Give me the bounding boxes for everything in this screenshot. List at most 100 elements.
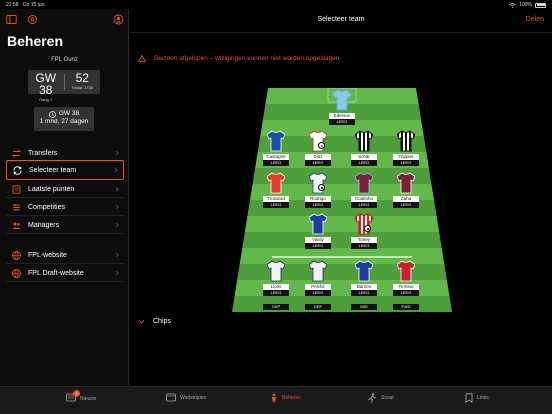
list-icon (12, 184, 21, 194)
battery-percent: 100% (519, 2, 532, 8)
player-card[interactable]: Castagne LEEG (263, 130, 289, 170)
rank-text: Rang 1 (39, 97, 53, 102)
player-points: LEEG (351, 290, 377, 296)
player-card[interactable]: Firmino LEEG (393, 260, 419, 300)
running-icon (368, 393, 377, 403)
tab-matches[interactable]: Wedstrijden (166, 393, 206, 402)
player-points: LEEG (305, 243, 331, 249)
player-card[interactable]: Toney LEEG (351, 213, 377, 253)
player-points: LEEG (393, 290, 419, 296)
tab-scout[interactable]: Scout (367, 393, 394, 403)
chevron-right-icon (115, 150, 119, 156)
sidebar-item-label: Laatste punten (28, 185, 75, 193)
total-text: Totaal: 2726 (71, 85, 94, 90)
player-shirt-icon (266, 172, 286, 194)
player-shirt-icon (308, 260, 328, 282)
sidebar-item-label: Competities (28, 203, 65, 211)
captain-badge-icon (318, 142, 325, 149)
sidebar-item-label: Transfers (28, 149, 58, 157)
player-card[interactable]: Rodrigo LEEG (305, 172, 331, 212)
player-points: LEEG (393, 160, 419, 166)
player-points: LEEG (305, 160, 331, 166)
sidebar-item-label: Managers (28, 221, 60, 229)
tab-label: Scout (381, 395, 394, 401)
tab-links[interactable]: Links (465, 393, 489, 403)
sidebar-item-fpl-draft-website[interactable]: FPL Draft-website (6, 265, 124, 282)
team-name: FPL Gunz (51, 57, 78, 63)
player-card[interactable]: Trippier LEEG (393, 130, 419, 170)
player-shirt-icon (308, 213, 328, 235)
gear-icon[interactable] (27, 14, 38, 25)
points-value: 52 (75, 71, 89, 85)
player-points: LEEG (351, 202, 377, 208)
player-shirt-icon (354, 213, 374, 235)
chips-toggle[interactable]: Chips (138, 318, 171, 325)
player-points: LEEG (351, 243, 377, 249)
chevron-down-icon (138, 319, 145, 324)
sidebar: Beheren FPL Gunz GW 38 Rang 1 52 Totaal:… (0, 9, 129, 385)
navigation-bar: Selecteer team Delen (130, 9, 552, 33)
bench-position-label: FWD (393, 304, 419, 310)
player-shirt-icon (354, 130, 374, 152)
sidebar-item-label: FPL Draft-website (28, 269, 84, 277)
chevron-right-icon (114, 167, 118, 173)
player-card[interactable]: Schär LEEG (351, 130, 377, 170)
sidebar-item-fpl-website[interactable]: FPL-website (6, 247, 124, 264)
chevron-right-icon (115, 186, 119, 192)
player-points: LEEG (263, 202, 289, 208)
sidebar-toggle-icon[interactable] (6, 14, 17, 25)
tab-label: Links (477, 395, 489, 401)
player-card[interactable]: Lloris LEEG (263, 260, 289, 300)
sidebar-item-competitions[interactable]: Competities (6, 199, 124, 216)
player-card[interactable]: Barnes LEEG (351, 260, 377, 300)
status-right: 100% (509, 2, 546, 8)
season-ended-warning: Seizoen afgelopen – wizigingen kunnen ni… (138, 52, 538, 64)
tab-label: Wedstrijden (180, 394, 207, 401)
bookmark-icon (465, 393, 473, 403)
share-button[interactable]: Delen (526, 16, 544, 23)
people-icon (12, 222, 21, 229)
status-time: 22:58 (6, 2, 19, 8)
player-shirt-icon (354, 172, 374, 194)
chevron-right-icon (115, 204, 119, 210)
player-card[interactable]: Coutinho LEEG (351, 172, 377, 212)
player-shirt-icon (354, 260, 374, 282)
battery-icon (535, 2, 546, 8)
sidebar-item-select-team[interactable]: Selecteer team (6, 160, 124, 180)
player-card[interactable]: Ederson LEEG (329, 89, 355, 129)
chips-label: Chips (153, 318, 171, 325)
sliders-icon (13, 203, 20, 211)
player-card[interactable]: Diaz LEEG (305, 130, 331, 170)
account-icon[interactable] (113, 14, 124, 25)
deadline-time: 1 mnd, 27 dagen (39, 118, 89, 125)
tab-label: Nieuws (80, 395, 97, 402)
refresh-icon (13, 165, 22, 175)
screen-title: Selecteer team (317, 16, 365, 23)
player-card[interactable]: Trossard LEEG (263, 172, 289, 212)
sidebar-item-latest-points[interactable]: Laatste punten (6, 181, 124, 198)
bench-position-label: DEF (305, 304, 331, 310)
tab-label: Beheren (282, 395, 301, 401)
player-card[interactable]: Perišić LEEG (305, 260, 331, 300)
bench-position-label: MID (351, 304, 377, 310)
tab-manage[interactable]: Beheren (270, 393, 301, 403)
chevron-right-icon (115, 222, 119, 228)
player-points: LEEG (263, 290, 289, 296)
gameweek-label: GW 38 (35, 71, 57, 97)
status-date: Do 15 jun. (23, 2, 46, 8)
sidebar-item-label: FPL-website (28, 251, 67, 259)
page-title: Beheren (7, 33, 64, 49)
deadline-gameweek: GW 38 (58, 110, 80, 117)
calendar-icon (166, 393, 176, 402)
sidebar-item-label: Selecteer team (29, 166, 77, 174)
clock-icon (49, 110, 56, 118)
player-card[interactable]: Zaha LEEG (393, 172, 419, 212)
player-card[interactable]: Vardy LEEG (305, 213, 331, 253)
player-shirt-icon (266, 260, 286, 282)
player-shirt-icon (332, 89, 352, 111)
warning-text: Seizoen afgelopen – wizigingen kunnen ni… (154, 54, 340, 62)
tab-news[interactable]: 9 Nieuws (66, 390, 97, 404)
sidebar-item-managers[interactable]: Managers (6, 217, 124, 234)
manager-icon (272, 393, 276, 403)
warning-icon (138, 54, 146, 62)
